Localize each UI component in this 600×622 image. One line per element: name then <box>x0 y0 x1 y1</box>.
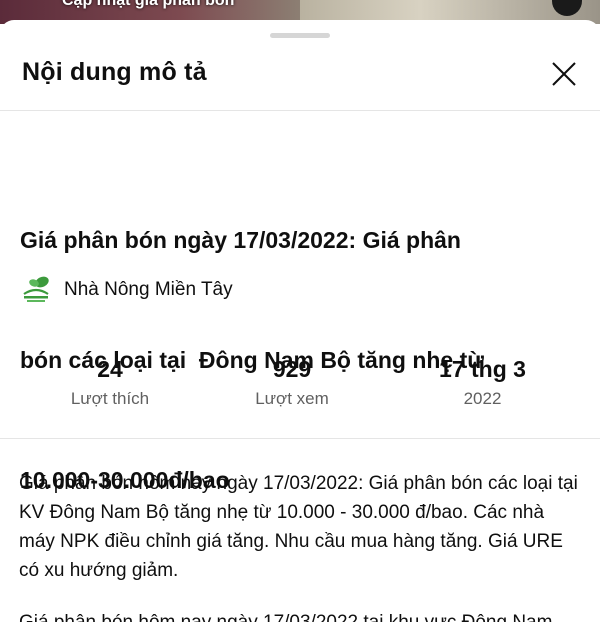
channel-row[interactable]: Nhà Nông Miền Tây <box>20 275 233 305</box>
views-count: 929 <box>272 356 312 382</box>
stats-row: 24 Lượt thích 929 Lượt xem 17 thg 3 2022 <box>0 352 600 422</box>
divider <box>0 438 600 439</box>
leaf-logo-icon[interactable] <box>20 274 52 306</box>
close-icon <box>552 62 576 86</box>
description-next-line: Giá phân bón hôm nay ngày 17/03/2022 tại… <box>19 608 579 622</box>
views-label: Lượt xem <box>255 389 329 408</box>
stat-likes: 24 Lượt thích <box>30 352 190 412</box>
upload-date: 17 thg 3 <box>439 356 526 382</box>
likes-count: 24 <box>97 356 123 382</box>
upload-year: 2022 <box>463 389 502 408</box>
stat-views: 929 Lượt xem <box>212 352 372 412</box>
likes-label: Lượt thích <box>70 389 150 408</box>
description-text: Giá phân bón hôm nay ngày 17/03/2022: Gi… <box>19 473 578 581</box>
video-title-line-1: Giá phân bón ngày 17/03/2022: Giá phân <box>20 227 461 253</box>
channel-name[interactable]: Nhà Nông Miền Tây <box>64 279 233 301</box>
drag-handle[interactable] <box>270 33 330 38</box>
close-button[interactable] <box>546 56 582 92</box>
sheet-title: Nội dung mô tả <box>22 58 207 86</box>
stat-date: 17 thg 3 2022 <box>400 352 565 412</box>
description-sheet: Nội dung mô tả Giá phân bón ngày 17/03/2… <box>0 20 600 622</box>
sheet-header: Nội dung mô tả <box>0 50 600 111</box>
video-caption: Cập nhật giá phân bón <box>62 0 235 9</box>
